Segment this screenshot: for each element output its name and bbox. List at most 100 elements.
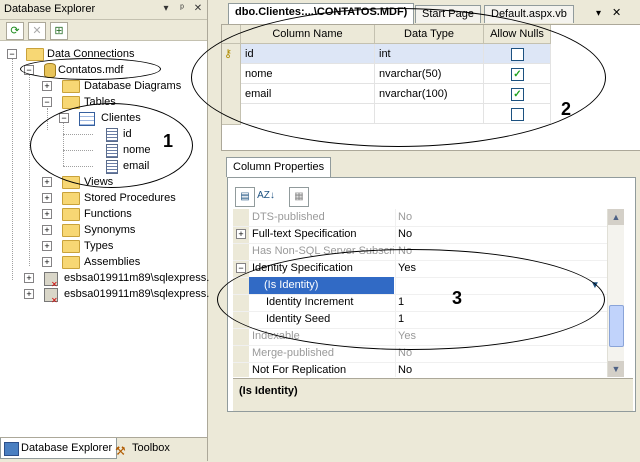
cell-data-type[interactable]: int bbox=[375, 44, 484, 64]
tree-item-server-2[interactable]: + esbsa019911m89\sqlexpress. bbox=[0, 286, 209, 309]
property-value[interactable]: Yes bbox=[398, 260, 416, 277]
tree-item-assemblies[interactable]: + Assemblies bbox=[0, 254, 200, 270]
tab-toolbox[interactable]: ⚒ Toolbox bbox=[112, 438, 174, 458]
cell-column-name[interactable]: id bbox=[241, 44, 375, 64]
property-row[interactable]: Identity Increment 1 bbox=[233, 294, 607, 312]
tree-item-synonyms[interactable]: + Synonyms bbox=[0, 222, 200, 238]
allow-nulls-checkbox[interactable] bbox=[511, 48, 524, 61]
tab-clientes-table[interactable]: dbo.Clientes:...\CONTATOS.MDF) bbox=[228, 3, 415, 24]
property-row[interactable]: Indexable Yes bbox=[233, 328, 607, 346]
expand-icon[interactable]: + bbox=[42, 193, 52, 203]
cell-column-name[interactable] bbox=[241, 104, 375, 124]
allow-nulls-checkbox[interactable]: ✓ bbox=[511, 68, 524, 81]
collapse-icon[interactable]: − bbox=[7, 49, 17, 59]
header-allow-nulls[interactable]: Allow Nulls bbox=[484, 25, 551, 44]
tree-item-database-diagrams[interactable]: + Database Diagrams bbox=[0, 78, 200, 94]
expand-icon[interactable]: + bbox=[24, 289, 34, 299]
property-pages-icon[interactable]: ▦ bbox=[289, 187, 309, 207]
connect-to-database-icon[interactable]: ⊞ bbox=[50, 22, 68, 40]
expand-icon[interactable]: + bbox=[42, 225, 52, 235]
header-data-type[interactable]: Data Type bbox=[375, 25, 484, 44]
tree-item-tables[interactable]: − Tables bbox=[0, 94, 200, 110]
cell-allow-nulls[interactable]: ✓ bbox=[484, 84, 551, 104]
property-row[interactable]: Has Non-SQL Server Subscriber No bbox=[233, 243, 607, 261]
scroll-down-icon[interactable]: ▼ bbox=[608, 361, 624, 377]
tab-start-page[interactable]: Start Page bbox=[415, 5, 481, 23]
tree-item-data-connections[interactable]: − Data Connections bbox=[0, 46, 200, 62]
expand-icon[interactable]: + bbox=[236, 229, 246, 239]
collapse-icon[interactable]: − bbox=[236, 263, 246, 273]
tree-item-column-email[interactable]: email bbox=[0, 158, 200, 174]
description-title: (Is Identity) bbox=[239, 385, 298, 397]
tree-item-stored-procedures[interactable]: + Stored Procedures bbox=[0, 190, 200, 206]
cell-allow-nulls[interactable] bbox=[484, 44, 551, 64]
tree-item-functions[interactable]: + Functions bbox=[0, 206, 200, 222]
tab-default-aspx-vb[interactable]: Default.aspx.vb bbox=[484, 5, 574, 23]
cell-data-type[interactable]: nvarchar(100) bbox=[375, 84, 484, 104]
expand-icon[interactable]: + bbox=[42, 209, 52, 219]
property-row[interactable]: − Identity Specification Yes bbox=[233, 260, 607, 278]
dropdown-arrow-icon[interactable]: ▼ bbox=[587, 277, 603, 293]
cell-data-type[interactable] bbox=[375, 104, 484, 124]
cell-allow-nulls[interactable] bbox=[484, 104, 551, 124]
property-row-selected[interactable]: (Is Identity) ▼ bbox=[233, 277, 607, 295]
tab-column-properties[interactable]: Column Properties bbox=[226, 157, 332, 177]
property-row[interactable]: Identity Seed 1 bbox=[233, 311, 607, 329]
row-selector[interactable] bbox=[222, 84, 241, 105]
close-panel-icon[interactable]: ✕ bbox=[192, 3, 204, 15]
header-column-name[interactable]: Column Name bbox=[241, 25, 375, 44]
tree-label: nome bbox=[123, 144, 151, 156]
refresh-icon[interactable]: ⟳ bbox=[6, 22, 24, 40]
expand-icon[interactable]: + bbox=[42, 177, 52, 187]
collapse-icon[interactable]: − bbox=[42, 97, 52, 107]
property-value[interactable]: 1 bbox=[398, 294, 404, 311]
tree-item-server-1[interactable]: + esbsa019911m89\sqlexpress. bbox=[0, 270, 209, 293]
row-selector-new[interactable] bbox=[222, 104, 241, 125]
properties-scrollbar[interactable]: ▲ ▼ bbox=[607, 209, 624, 377]
tab-database-explorer[interactable]: Database Explorer bbox=[0, 438, 118, 459]
property-name: Not For Replication bbox=[252, 364, 347, 376]
cell-column-name[interactable]: nome bbox=[241, 64, 375, 84]
collapse-icon[interactable]: − bbox=[59, 113, 69, 123]
close-document-icon[interactable]: ✕ bbox=[612, 6, 621, 19]
property-value[interactable]: No bbox=[398, 226, 412, 243]
scroll-thumb[interactable] bbox=[609, 305, 624, 347]
tree-item-views[interactable]: + Views bbox=[0, 174, 200, 190]
property-value[interactable]: No bbox=[398, 362, 412, 379]
cell-allow-nulls[interactable]: ✓ bbox=[484, 64, 551, 84]
property-value[interactable]: 1 bbox=[398, 311, 404, 328]
properties-tab-strip: Column Properties bbox=[221, 155, 640, 177]
property-row[interactable]: Merge-published No bbox=[233, 345, 607, 363]
allow-nulls-checkbox[interactable] bbox=[511, 108, 524, 121]
cell-data-type[interactable]: nvarchar(50) bbox=[375, 64, 484, 84]
tree-item-contatos-db[interactable]: − Contatos.mdf bbox=[0, 62, 200, 78]
property-row[interactable]: + Full-text Specification No bbox=[233, 226, 607, 244]
database-icon bbox=[44, 63, 56, 78]
tree-label: Assemblies bbox=[84, 256, 141, 268]
stop-icon[interactable]: ✕ bbox=[28, 22, 46, 40]
tab-dropdown-icon[interactable]: ▾ bbox=[596, 8, 601, 19]
cell-column-name[interactable]: email bbox=[241, 84, 375, 104]
expand-icon[interactable]: + bbox=[42, 241, 52, 251]
grid-corner bbox=[222, 25, 241, 44]
property-row[interactable]: DTS-published No bbox=[233, 209, 607, 227]
auto-hide-pin-icon[interactable]: ᵖ bbox=[176, 3, 188, 15]
categorized-icon[interactable]: ▤ bbox=[235, 187, 255, 207]
tree-item-types[interactable]: + Types bbox=[0, 238, 200, 254]
row-selector-pk[interactable]: ⚷ bbox=[222, 44, 241, 65]
expand-icon[interactable]: + bbox=[42, 257, 52, 267]
property-value: No bbox=[398, 211, 413, 223]
window-position-dropdown[interactable]: ▾ bbox=[160, 3, 172, 15]
table-icon bbox=[79, 112, 95, 126]
row-selector[interactable] bbox=[222, 64, 241, 85]
collapse-icon[interactable]: − bbox=[24, 65, 34, 75]
expand-icon[interactable]: + bbox=[42, 81, 52, 91]
tree-item-clientes[interactable]: − Clientes bbox=[0, 110, 200, 126]
scroll-up-icon[interactable]: ▲ bbox=[608, 209, 624, 225]
folder-icon bbox=[62, 240, 80, 253]
expand-icon[interactable]: + bbox=[24, 273, 34, 283]
folder-icon bbox=[62, 96, 80, 109]
property-name: Full-text Specification bbox=[252, 228, 357, 240]
allow-nulls-checkbox[interactable]: ✓ bbox=[511, 88, 524, 101]
alphabetical-sort-icon[interactable]: AZ↓ bbox=[257, 187, 275, 205]
